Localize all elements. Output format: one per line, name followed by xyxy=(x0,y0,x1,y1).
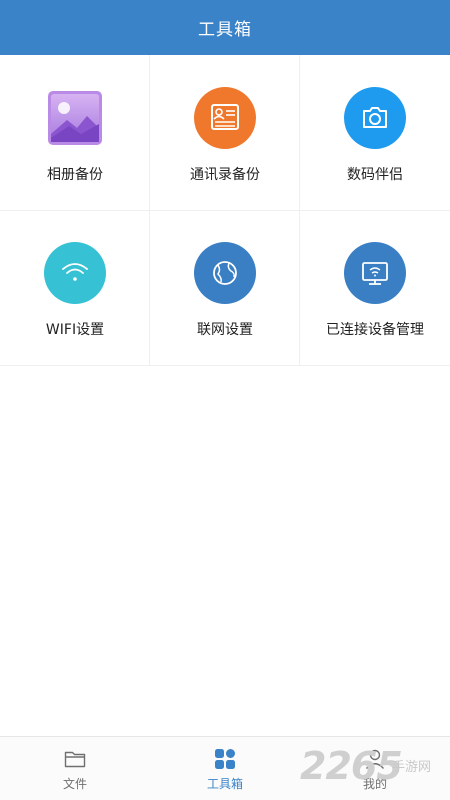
photo-album-icon xyxy=(47,90,103,146)
tool-label: 已连接设备管理 xyxy=(326,322,424,338)
monitor-wifi-icon xyxy=(344,242,406,304)
tool-label: 数码伴侣 xyxy=(347,167,403,183)
tool-album-backup[interactable]: 相册备份 xyxy=(0,55,150,210)
tab-label: 文件 xyxy=(62,777,87,791)
tab-toolbox[interactable]: 工具箱 xyxy=(150,737,300,799)
tool-digital-companion[interactable]: 数码伴侣 xyxy=(300,55,450,210)
tool-label: 通讯录备份 xyxy=(190,167,260,183)
grid-icon xyxy=(215,749,235,769)
tool-wifi-settings[interactable]: WIFI设置 xyxy=(0,210,150,365)
tab-label: 我的 xyxy=(362,777,387,791)
tool-contacts-backup[interactable]: 通讯录备份 xyxy=(150,55,300,210)
tool-network-settings[interactable]: 联网设置 xyxy=(150,210,300,365)
tab-label: 工具箱 xyxy=(206,777,243,791)
tool-label: 相册备份 xyxy=(47,167,103,183)
tool-connected-devices[interactable]: 已连接设备管理 xyxy=(300,210,450,365)
tool-label: WIFI设置 xyxy=(45,322,105,338)
camera-icon xyxy=(344,87,406,149)
user-icon xyxy=(365,749,385,769)
app-screen: 工具箱 相册备份 通讯录备份 数码伴侣 WIFI设置 联网设置 已连接设备管理 … xyxy=(0,0,450,800)
globe-icon xyxy=(194,242,256,304)
page-title: 工具箱 xyxy=(198,20,252,40)
tab-files[interactable]: 文件 xyxy=(0,737,150,799)
wifi-icon xyxy=(44,242,106,304)
contact-card-icon xyxy=(194,87,256,149)
tab-mine[interactable]: 我的 xyxy=(300,737,450,799)
tool-grid: 相册备份 通讯录备份 数码伴侣 WIFI设置 联网设置 已连接设备管理 xyxy=(0,55,450,366)
bottom-tab-bar: 文件 工具箱 我的 xyxy=(0,736,450,800)
title-bar: 工具箱 xyxy=(0,0,450,55)
tool-label: 联网设置 xyxy=(197,322,253,338)
folder-icon xyxy=(64,751,86,768)
grid-divider xyxy=(0,365,450,366)
